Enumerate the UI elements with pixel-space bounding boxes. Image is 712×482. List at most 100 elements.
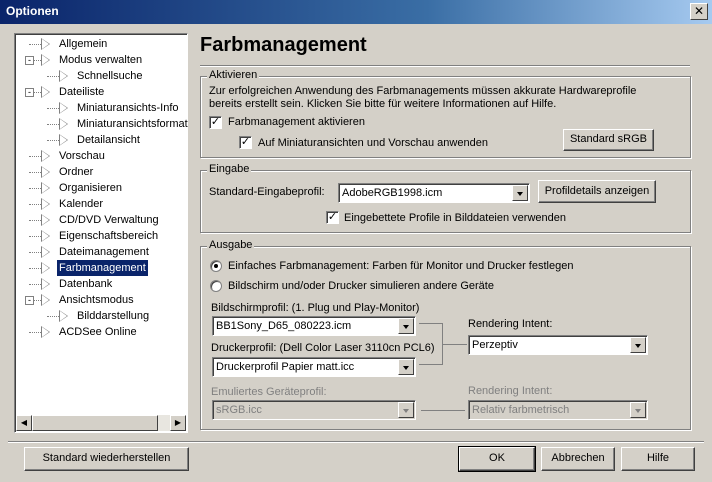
- scroll-right-icon[interactable]: ▶: [170, 415, 186, 431]
- close-button[interactable]: ✕: [690, 3, 708, 20]
- tree-item[interactable]: - Dateiliste: [15, 84, 185, 100]
- page-arrow-icon: [42, 247, 49, 257]
- emulated-profile-value: sRGB.icc: [216, 404, 262, 416]
- tree-item[interactable]: Schnellsuche: [15, 68, 185, 84]
- scroll-thumb[interactable]: [32, 415, 158, 431]
- embedded-profiles-label[interactable]: Eingebettete Profile in Bilddateien verw…: [344, 212, 566, 224]
- printer-profile-select[interactable]: Druckerprofil Papier matt.icc: [212, 357, 416, 377]
- group-legend: Eingabe: [207, 163, 252, 175]
- ok-button[interactable]: OK: [458, 446, 536, 472]
- input-profile-label: Standard-Eingabeprofil:: [209, 186, 325, 198]
- tree-item[interactable]: Kalender: [15, 196, 185, 212]
- tree-item[interactable]: Datenbank: [15, 276, 185, 292]
- tree-item[interactable]: Farbmanagement: [15, 260, 185, 276]
- tree-item[interactable]: Vorschau: [15, 148, 185, 164]
- tree-item[interactable]: Bilddarstellung: [15, 308, 185, 324]
- input-profile-value: AdobeRGB1998.icm: [342, 187, 443, 199]
- tree-connector: [29, 44, 41, 45]
- radio-simple[interactable]: [210, 260, 222, 272]
- tree-connector: [47, 140, 59, 141]
- cancel-button[interactable]: Abbrechen: [541, 447, 615, 471]
- dropdown-arrow-icon[interactable]: [398, 402, 414, 418]
- rendering-intent-value: Perzeptiv: [472, 339, 518, 351]
- tree-item-label: Dateimanagement: [59, 246, 149, 258]
- page-arrow-icon: [42, 55, 49, 65]
- page-arrow-icon: [42, 39, 49, 49]
- tree-connector: [47, 76, 59, 77]
- collapse-icon[interactable]: -: [25, 296, 34, 305]
- tree-item[interactable]: - Ansichtsmodus: [15, 292, 185, 308]
- tree-item-label: Dateiliste: [59, 86, 105, 98]
- help-button[interactable]: Hilfe: [621, 447, 695, 471]
- rendering-intent2-label: Rendering Intent:: [468, 385, 553, 397]
- page-arrow-icon: [60, 135, 67, 145]
- group-legend: Aktivieren: [207, 69, 260, 81]
- collapse-icon[interactable]: -: [25, 56, 34, 65]
- tree-connector: [29, 332, 41, 333]
- enable-checkbox[interactable]: ✓: [209, 116, 222, 129]
- page-arrow-icon: [42, 183, 49, 193]
- tree-item-label: Organisieren: [59, 182, 122, 194]
- tree-connector: [29, 220, 41, 221]
- dropdown-arrow-icon[interactable]: [398, 318, 414, 334]
- printer-profile-value: Druckerprofil Papier matt.icc: [216, 361, 355, 373]
- dropdown-arrow-icon[interactable]: [398, 359, 414, 375]
- tree-item[interactable]: Eigenschaftsbereich: [15, 228, 185, 244]
- tree-item-label: CD/DVD Verwaltung: [59, 214, 159, 226]
- tree-item-label: ACDSee Online: [59, 326, 137, 338]
- thumbs-label[interactable]: Auf Miniaturansichten und Vorschau anwen…: [258, 137, 488, 149]
- tree-item[interactable]: ACDSee Online: [15, 324, 185, 340]
- printer-profile-label: Druckerprofil: (Dell Color Laser 3110cn …: [211, 342, 435, 354]
- dropdown-arrow-icon[interactable]: [512, 185, 528, 201]
- embedded-profiles-checkbox[interactable]: ✓: [326, 211, 339, 224]
- tree-connector: [29, 252, 41, 253]
- tree-item[interactable]: - Modus verwalten: [15, 52, 185, 68]
- tree-item[interactable]: Dateimanagement: [15, 244, 185, 260]
- scroll-left-icon[interactable]: ◀: [16, 415, 32, 431]
- title-divider: [200, 65, 690, 67]
- tree-item[interactable]: Detailansicht: [15, 132, 185, 148]
- page-arrow-icon: [42, 199, 49, 209]
- tree-item[interactable]: Organisieren: [15, 180, 185, 196]
- screen-profile-select[interactable]: BB1Sony_D65_080223.icm: [212, 316, 416, 336]
- tree-item[interactable]: Ordner: [15, 164, 185, 180]
- radio-simple-label[interactable]: Einfaches Farbmanagement: Farben für Mon…: [228, 260, 573, 272]
- tree-item-label: Miniaturansichts-Info: [77, 102, 179, 114]
- tree-connector: [47, 124, 59, 125]
- page-arrow-icon: [60, 103, 67, 113]
- thumbs-checkbox[interactable]: ✓: [239, 136, 252, 149]
- emulated-profile-select[interactable]: sRGB.icc: [212, 400, 416, 420]
- page-arrow-icon: [42, 167, 49, 177]
- tree-item[interactable]: Miniaturansichts-Info: [15, 100, 185, 116]
- group-legend: Ausgabe: [207, 239, 255, 251]
- enable-label[interactable]: Farbmanagement aktivieren: [228, 116, 365, 128]
- tree-item[interactable]: CD/DVD Verwaltung: [15, 212, 185, 228]
- horizontal-scrollbar[interactable]: ◀ ▶: [16, 415, 186, 431]
- rendering-intent-select[interactable]: Perzeptiv: [468, 335, 648, 355]
- profile-details-button[interactable]: Profildetails anzeigen: [538, 180, 656, 203]
- tree-item-label: Modus verwalten: [59, 54, 143, 66]
- tree-item-label: Detailansicht: [77, 134, 140, 146]
- tree-connector: [29, 284, 41, 285]
- radio-simulate[interactable]: [210, 280, 222, 292]
- tree-item-label: Miniaturansichtsformat: [77, 118, 188, 130]
- rendering-intent2-select[interactable]: Relativ farbmetrisch: [468, 400, 648, 420]
- standard-srgb-button[interactable]: Standard sRGB: [563, 129, 654, 151]
- tree-connector: [29, 236, 41, 237]
- radio-simulate-label[interactable]: Bildschirm und/oder Drucker simulieren a…: [228, 280, 494, 292]
- page-arrow-icon: [42, 263, 49, 273]
- dropdown-arrow-icon[interactable]: [630, 402, 646, 418]
- restore-defaults-button[interactable]: Standard wiederherstellen: [24, 447, 189, 471]
- options-tree[interactable]: ◀ ▶ Allgemein - Modus verwalten Schnellsuch…: [14, 33, 188, 433]
- dropdown-arrow-icon[interactable]: [630, 337, 646, 353]
- tree-connector: [29, 204, 41, 205]
- tree-connector: [29, 188, 41, 189]
- collapse-icon[interactable]: -: [25, 88, 34, 97]
- page-arrow-icon: [60, 71, 67, 81]
- tree-item-label: Datenbank: [59, 278, 113, 290]
- page-arrow-icon: [42, 279, 49, 289]
- screen-profile-value: BB1Sony_D65_080223.icm: [216, 320, 352, 332]
- input-profile-select[interactable]: AdobeRGB1998.icm: [338, 183, 530, 203]
- tree-item[interactable]: Miniaturansichtsformat: [15, 116, 188, 132]
- tree-item[interactable]: Allgemein: [15, 36, 185, 52]
